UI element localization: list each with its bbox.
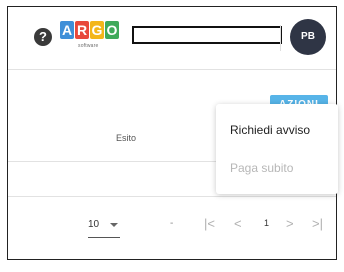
- first-page-icon[interactable]: |<: [204, 216, 215, 231]
- logo-letter: O: [105, 21, 119, 39]
- chevron-down-icon: [110, 223, 118, 227]
- current-page: 1: [264, 218, 270, 228]
- logo-letter: G: [90, 21, 104, 39]
- prev-page-icon[interactable]: <: [234, 216, 242, 231]
- next-page-icon[interactable]: >: [286, 216, 294, 231]
- menu-item-paga-subito[interactable]: Paga subito: [230, 161, 293, 175]
- page-size-value: 10: [88, 219, 100, 230]
- argo-logo: ARGO software: [60, 21, 120, 57]
- page-range: -: [170, 218, 174, 229]
- user-avatar[interactable]: PB: [290, 19, 326, 55]
- table-divider: [8, 196, 336, 197]
- header-divider: [280, 25, 281, 51]
- help-icon[interactable]: ?: [34, 28, 52, 46]
- logo-letter: A: [60, 21, 74, 39]
- page-size-select[interactable]: 10: [88, 219, 120, 238]
- logo-subtitle: software: [78, 43, 99, 49]
- column-header-esito[interactable]: Esito: [116, 133, 136, 143]
- header-bar: ? ARGO software PB: [8, 7, 336, 70]
- menu-item-richiedi-avviso[interactable]: Richiedi avviso: [230, 123, 310, 137]
- logo-letter: R: [75, 21, 89, 39]
- last-page-icon[interactable]: >|: [312, 216, 323, 231]
- actions-menu: Richiedi avviso Paga subito: [216, 104, 338, 194]
- redacted-name-box: [132, 26, 282, 44]
